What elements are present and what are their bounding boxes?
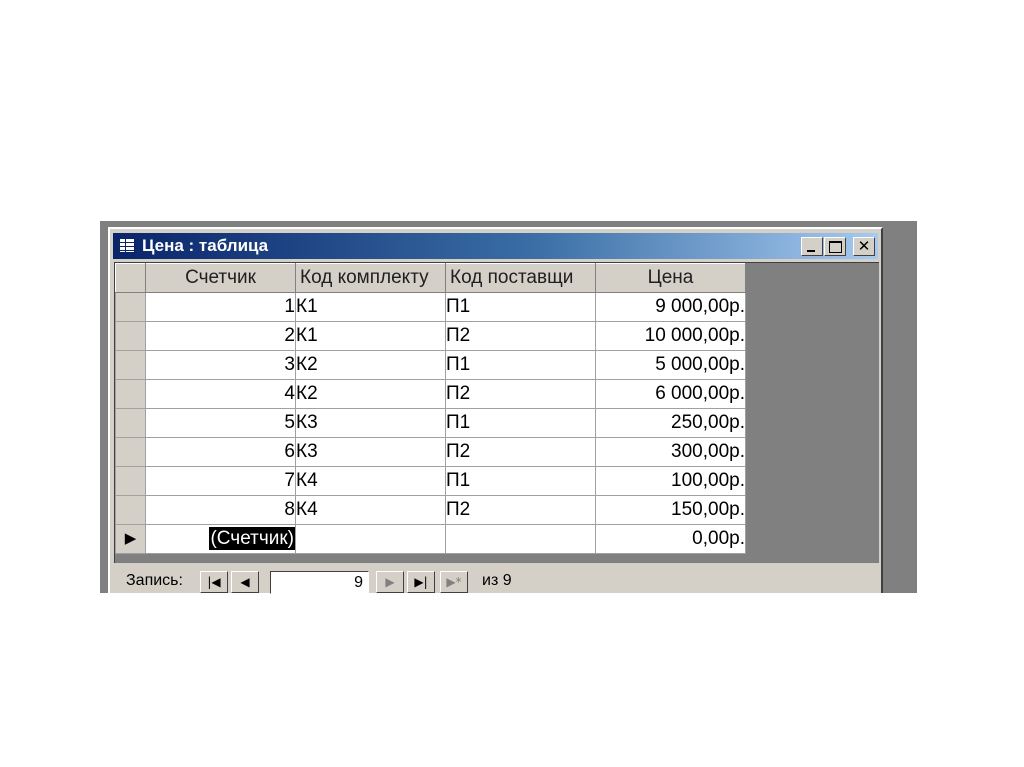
cell-supplier-code[interactable]: П1 bbox=[445, 350, 596, 380]
close-icon: ✕ bbox=[857, 237, 871, 255]
record-selector[interactable] bbox=[115, 466, 146, 496]
cell-price[interactable]: 6 000,00р. bbox=[595, 379, 746, 409]
cell-price[interactable]: 300,00р. bbox=[595, 437, 746, 467]
record-selector[interactable] bbox=[115, 350, 146, 380]
table-row: 3 К2 П1 5 000,00р. bbox=[115, 350, 746, 380]
cell-price[interactable]: 150,00р. bbox=[595, 495, 746, 525]
table-row: 2 К1 П2 10 000,00р. bbox=[115, 321, 746, 351]
new-record-row: ▶ (Счетчик) 0,00р. bbox=[115, 524, 746, 554]
record-selector[interactable] bbox=[115, 437, 146, 467]
last-record-button[interactable]: ▶| bbox=[407, 571, 435, 593]
cell-supplier-code[interactable]: П2 bbox=[445, 437, 596, 467]
cell-kit-code-new[interactable] bbox=[295, 524, 446, 554]
cell-kit-code[interactable]: К1 bbox=[295, 321, 446, 351]
cell-counter[interactable]: 2 bbox=[145, 321, 296, 351]
cell-price-new[interactable]: 0,00р. bbox=[595, 524, 746, 554]
new-record-button[interactable]: ▶* bbox=[440, 571, 468, 593]
cell-kit-code[interactable]: К2 bbox=[295, 379, 446, 409]
record-selector[interactable] bbox=[115, 408, 146, 438]
table-row: 7 К4 П1 100,00р. bbox=[115, 466, 746, 496]
cell-kit-code[interactable]: К4 bbox=[295, 466, 446, 496]
record-selector[interactable] bbox=[115, 321, 146, 351]
cell-kit-code[interactable]: К1 bbox=[295, 292, 446, 322]
cell-kit-code[interactable]: К2 bbox=[295, 350, 446, 380]
cell-counter-new[interactable]: (Счетчик) bbox=[145, 524, 296, 554]
record-selector[interactable] bbox=[115, 292, 146, 322]
cell-supplier-code[interactable]: П2 bbox=[445, 495, 596, 525]
cell-supplier-code[interactable]: П1 bbox=[445, 466, 596, 496]
datasheet-table: Счетчик Код комплекту Код поставщи Цена … bbox=[115, 263, 746, 554]
header-row: Счетчик Код комплекту Код поставщи Цена bbox=[115, 263, 746, 293]
cell-price[interactable]: 9 000,00р. bbox=[595, 292, 746, 322]
minimize-button[interactable] bbox=[801, 237, 823, 256]
cell-price[interactable]: 10 000,00р. bbox=[595, 321, 746, 351]
record-count: из 9 bbox=[482, 572, 512, 589]
first-record-button[interactable]: |◀ bbox=[200, 571, 228, 593]
window-title: Цена : таблица bbox=[142, 236, 269, 255]
record-navigation-bar: Запись: |◀ ◀ 9 ▶ ▶| ▶* из 9 bbox=[114, 567, 878, 595]
cell-supplier-code[interactable]: П2 bbox=[445, 379, 596, 409]
table-row: 8 К4 П2 150,00р. bbox=[115, 495, 746, 525]
cell-kit-code[interactable]: К4 bbox=[295, 495, 446, 525]
cell-supplier-code[interactable]: П1 bbox=[445, 408, 596, 438]
cell-counter[interactable]: 4 bbox=[145, 379, 296, 409]
autonumber-placeholder: (Счетчик) bbox=[209, 527, 295, 550]
table-row: 4 К2 П2 6 000,00р. bbox=[115, 379, 746, 409]
record-label: Запись: bbox=[126, 572, 183, 589]
column-header-supplier-code[interactable]: Код поставщи bbox=[445, 263, 596, 293]
current-record-indicator-icon[interactable]: ▶ bbox=[115, 524, 146, 554]
column-header-counter[interactable]: Счетчик bbox=[145, 263, 296, 293]
table-row: 1 К1 П1 9 000,00р. bbox=[115, 292, 746, 322]
table-window: Цена : таблица ✕ Счетчик Код комплекту К… bbox=[108, 227, 883, 595]
maximize-button[interactable] bbox=[824, 237, 846, 256]
cell-counter[interactable]: 1 bbox=[145, 292, 296, 322]
table-icon bbox=[119, 238, 135, 253]
column-header-price[interactable]: Цена bbox=[595, 263, 746, 293]
window-titlebar[interactable]: Цена : таблица ✕ bbox=[113, 233, 878, 259]
datasheet-grid: Счетчик Код комплекту Код поставщи Цена … bbox=[114, 262, 879, 563]
cell-price[interactable]: 100,00р. bbox=[595, 466, 746, 496]
cell-kit-code[interactable]: К3 bbox=[295, 408, 446, 438]
cell-counter[interactable]: 8 bbox=[145, 495, 296, 525]
cell-counter[interactable]: 7 bbox=[145, 466, 296, 496]
cell-counter[interactable]: 5 bbox=[145, 408, 296, 438]
cell-price[interactable]: 250,00р. bbox=[595, 408, 746, 438]
next-record-button[interactable]: ▶ bbox=[376, 571, 404, 593]
table-row: 5 К3 П1 250,00р. bbox=[115, 408, 746, 438]
select-all-corner[interactable] bbox=[115, 263, 146, 293]
cell-counter[interactable]: 6 bbox=[145, 437, 296, 467]
cell-counter[interactable]: 3 bbox=[145, 350, 296, 380]
previous-record-button[interactable]: ◀ bbox=[231, 571, 259, 593]
cell-supplier-code-new[interactable] bbox=[445, 524, 596, 554]
column-header-kit-code[interactable]: Код комплекту bbox=[295, 263, 446, 293]
table-row: 6 К3 П2 300,00р. bbox=[115, 437, 746, 467]
cell-supplier-code[interactable]: П2 bbox=[445, 321, 596, 351]
record-selector[interactable] bbox=[115, 495, 146, 525]
cell-kit-code[interactable]: К3 bbox=[295, 437, 446, 467]
record-selector[interactable] bbox=[115, 379, 146, 409]
record-number-input[interactable]: 9 bbox=[270, 571, 369, 594]
close-button[interactable]: ✕ bbox=[853, 237, 875, 256]
cell-price[interactable]: 5 000,00р. bbox=[595, 350, 746, 380]
cell-supplier-code[interactable]: П1 bbox=[445, 292, 596, 322]
